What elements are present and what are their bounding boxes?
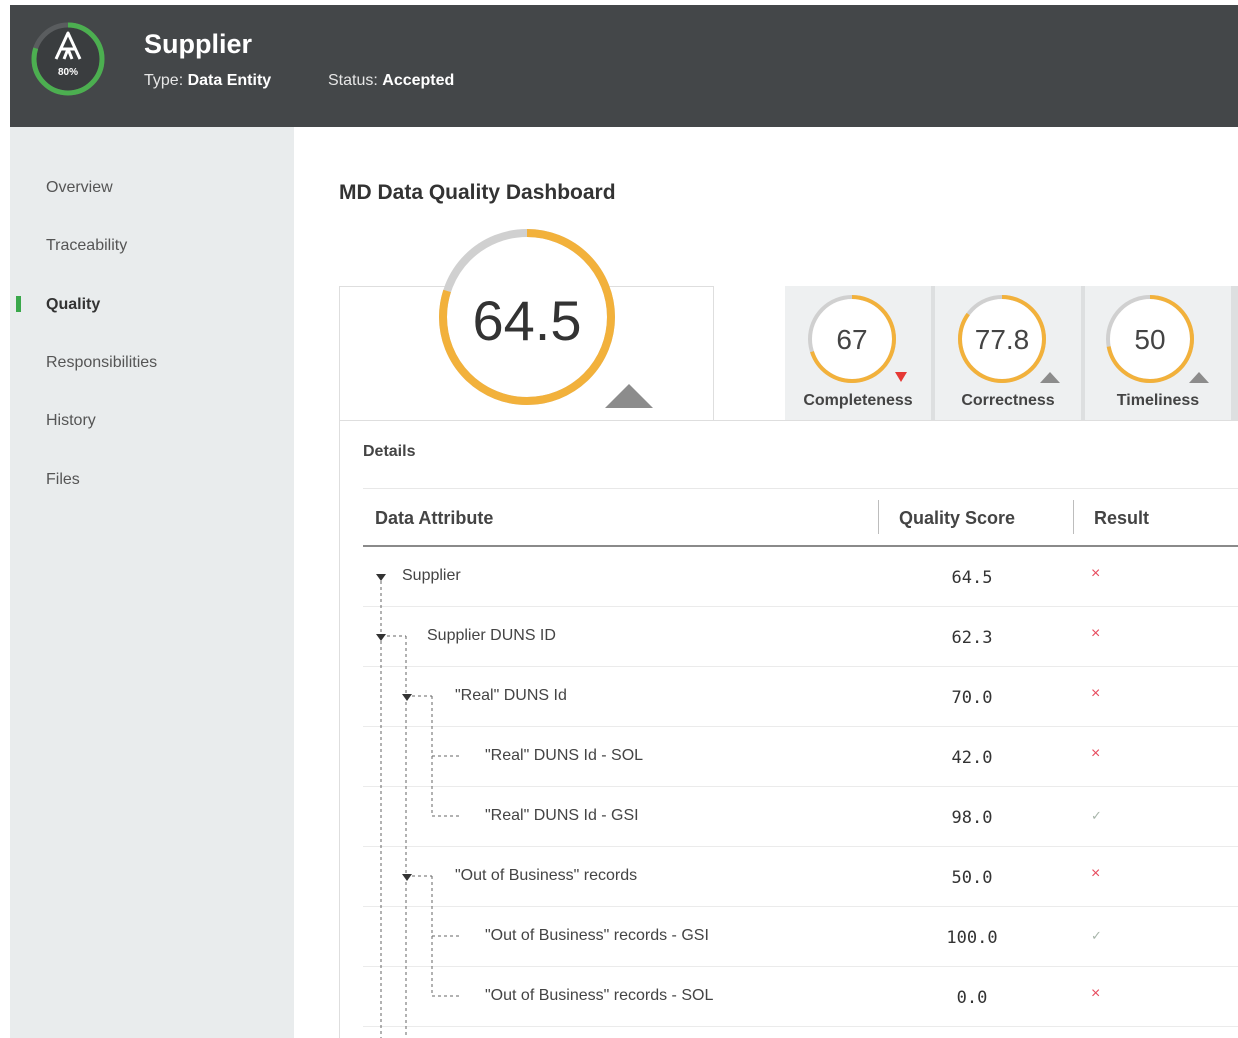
result-fail-icon: × (1091, 565, 1101, 582)
logo-percent: 80% (58, 67, 78, 78)
metric-cards: 67 Completeness 77.8 Correctness 50 Time… (785, 286, 1238, 421)
attribute-name: "Out of Business" records (455, 867, 638, 884)
table-row[interactable]: Supplier 64.5 × (363, 547, 1238, 607)
quality-score: 50.0 (951, 868, 993, 888)
status-value: Accepted (382, 72, 455, 89)
result-pass-icon: ✓ (1091, 808, 1102, 823)
timeliness-label: Timeliness (1116, 392, 1200, 409)
metric-card-correctness[interactable]: 77.8 Correctness (935, 286, 1081, 421)
collapse-toggle-icon[interactable] (375, 631, 387, 643)
divider (363, 488, 1238, 489)
details-heading: Details (363, 443, 416, 460)
sidebar-item-responsibilities[interactable]: Responsibilities (46, 354, 157, 372)
attribute-name: "Out of Business" records - SOL (485, 987, 714, 1004)
overall-score-gauge: 64.5 (439, 229, 653, 408)
status-label: Status: (328, 72, 378, 89)
completeness-value: 67 (836, 324, 867, 355)
quality-score: 0.0 (956, 988, 988, 1008)
type-value: Data Entity (187, 72, 272, 89)
collapse-toggle-icon[interactable] (375, 571, 387, 583)
trend-up-icon (1189, 372, 1209, 383)
quality-score: 98.0 (951, 808, 993, 828)
sidebar-item-files[interactable]: Files (46, 471, 80, 489)
attribute-name: "Real" DUNS Id (455, 687, 567, 704)
timeliness-value: 50 (1134, 324, 1165, 355)
table-row[interactable]: Supplier DUNS ID 62.3 × (363, 607, 1238, 667)
sidebar-item-overview[interactable]: Overview (46, 179, 113, 197)
result-fail-icon: × (1091, 985, 1101, 1002)
attribute-name: "Out of Business" records - GSI (485, 927, 709, 944)
trend-down-icon (895, 372, 907, 382)
app-logo-icon: 80% (31, 22, 105, 96)
attribute-name: "Real" DUNS Id - GSI (485, 807, 639, 824)
quality-score: 100.0 (946, 928, 998, 948)
result-fail-icon: × (1091, 745, 1101, 762)
correctness-gauge: 77.8 (958, 295, 1060, 383)
result-fail-icon: × (1091, 625, 1101, 642)
overall-trend-up-icon (605, 384, 653, 408)
overall-score-value: 64.5 (473, 289, 582, 352)
entity-status: Status: Accepted (328, 72, 454, 90)
collapse-toggle-icon[interactable] (401, 691, 413, 703)
type-label: Type: (144, 72, 184, 89)
active-item-marker (16, 296, 21, 312)
quality-score: 62.3 (951, 628, 993, 648)
table-row[interactable]: "Real" DUNS Id - GSI 98.0 ✓ (363, 787, 1238, 847)
timeliness-gauge: 50 (1106, 295, 1209, 383)
collapse-toggle-icon[interactable] (401, 871, 413, 883)
correctness-value: 77.8 (975, 324, 1030, 355)
correctness-label: Correctness (961, 392, 1055, 409)
result-pass-icon: ✓ (1091, 928, 1102, 943)
result-fail-icon: × (1091, 865, 1101, 882)
attribute-name: Supplier DUNS ID (427, 627, 556, 644)
app-window: 80% Supplier Type: Data Entity Status: A… (10, 5, 1238, 1038)
header-bar: 80% Supplier Type: Data Entity Status: A… (10, 5, 1238, 127)
metric-card-timeliness[interactable]: 50 Timeliness (1085, 286, 1231, 421)
sidebar-item-quality[interactable]: Quality (46, 296, 100, 314)
table-row[interactable]: "Out of Business" records 50.0 × (363, 847, 1238, 907)
table-row[interactable]: "Real" DUNS Id 70.0 × (363, 667, 1238, 727)
quality-score: 70.0 (951, 688, 993, 708)
attribute-name: Supplier (402, 567, 461, 584)
quality-score: 42.0 (951, 748, 993, 768)
table-row[interactable]: "Out of Business" records - SOL 0.0 × (363, 967, 1238, 1027)
table-row[interactable]: "Out of Business" records - GSI 100.0 ✓ (363, 907, 1238, 967)
column-divider (1073, 500, 1074, 534)
column-header-attribute[interactable]: Data Attribute (375, 508, 493, 529)
column-divider (878, 500, 879, 534)
entity-title: Supplier (144, 29, 253, 59)
sidebar-item-traceability[interactable]: Traceability (46, 237, 127, 255)
column-header-result[interactable]: Result (1094, 508, 1149, 529)
sidebar: Overview Traceability Quality Responsibi… (10, 127, 294, 1038)
table-row[interactable]: "Real" DUNS Id - SOL 42.0 × (363, 727, 1238, 787)
trend-up-icon (1040, 372, 1060, 383)
sidebar-item-history[interactable]: History (46, 412, 96, 430)
attribute-name: "Real" DUNS Id - SOL (485, 747, 644, 764)
entity-type: Type: Data Entity (144, 72, 271, 90)
completeness-label: Completeness (803, 392, 913, 409)
quality-score: 64.5 (951, 568, 993, 588)
metric-card-completeness[interactable]: 67 Completeness (785, 286, 931, 421)
completeness-gauge: 67 (808, 295, 907, 383)
page-title: MD Data Quality Dashboard (339, 181, 616, 204)
result-fail-icon: × (1091, 685, 1101, 702)
column-header-score[interactable]: Quality Score (899, 508, 1015, 529)
